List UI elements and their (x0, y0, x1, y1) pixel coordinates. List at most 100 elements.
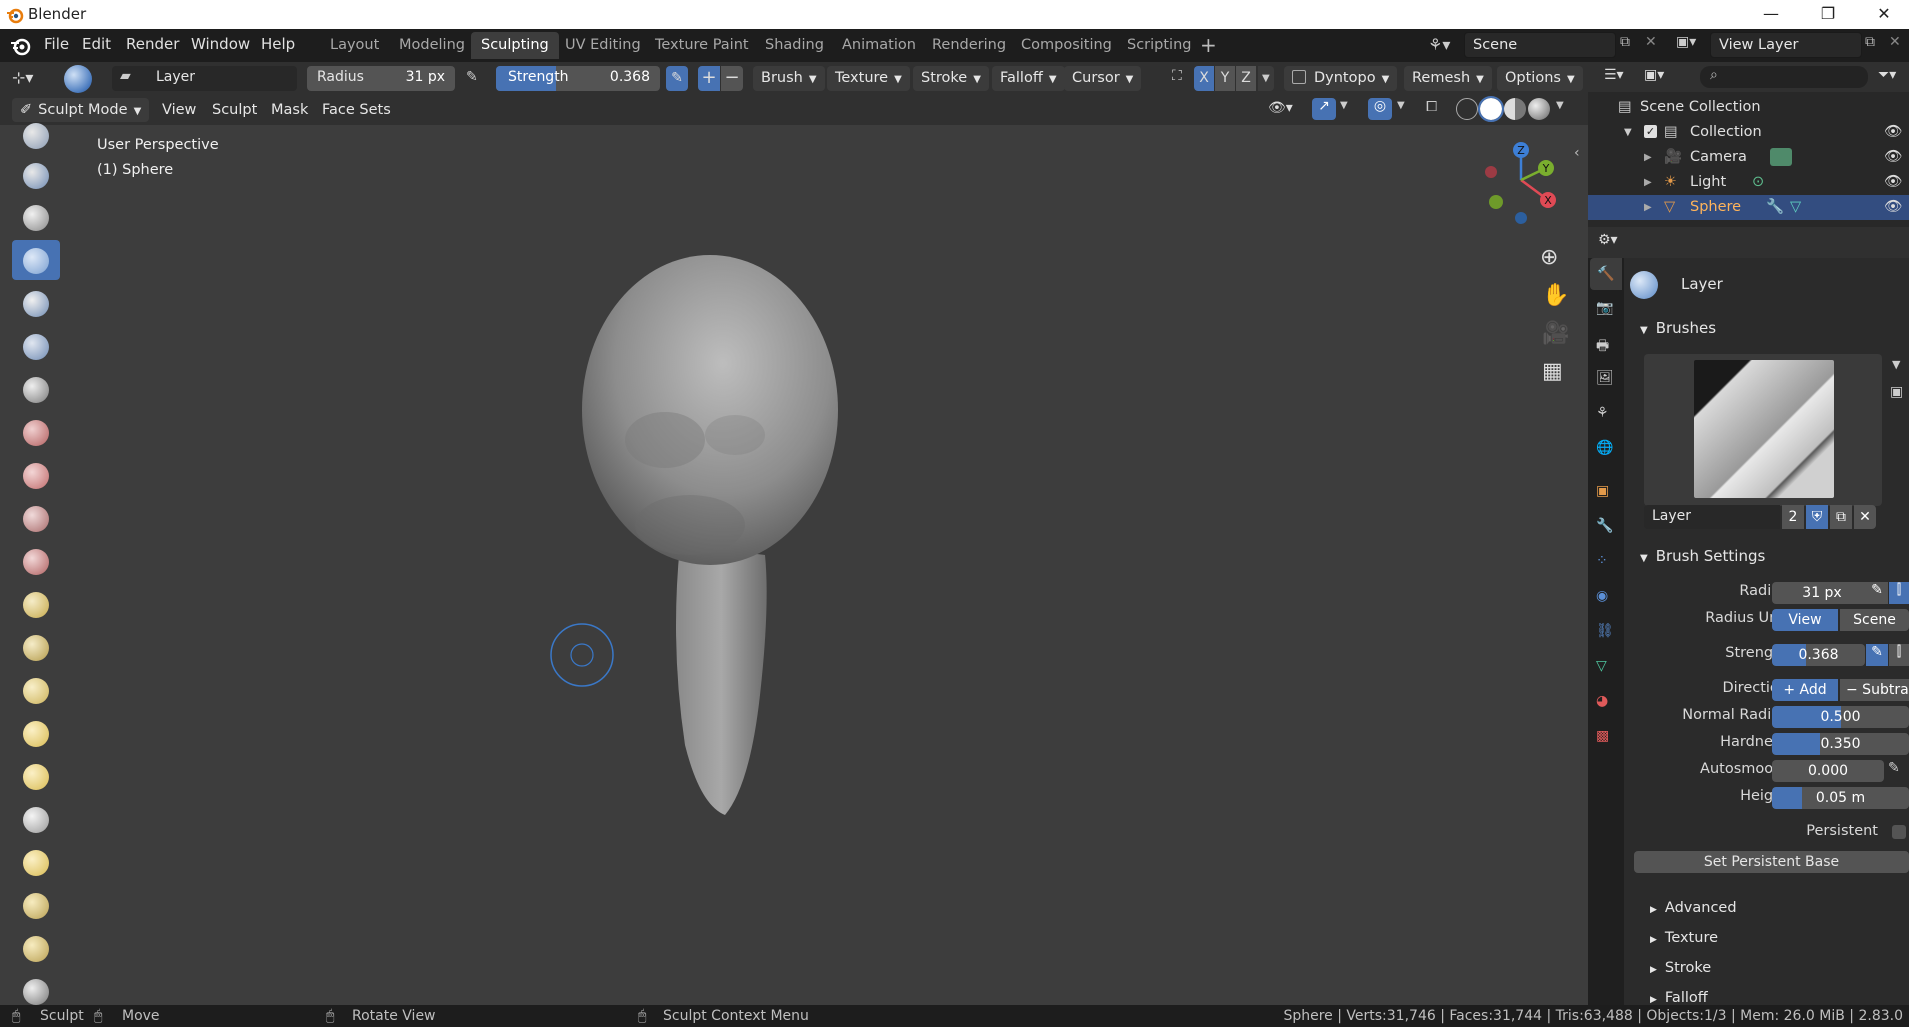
symmetry-y-toggle[interactable]: Y (1215, 66, 1235, 91)
falloff-subsection[interactable]: ▶ Falloff (1650, 990, 1708, 1006)
tool-flatten[interactable] (12, 498, 60, 538)
physics-tab-icon[interactable]: ◉ (1596, 588, 1608, 604)
brush-preview[interactable] (1644, 354, 1882, 506)
data-tab-icon[interactable]: ▽ (1596, 658, 1607, 674)
tool-scrape[interactable] (12, 584, 60, 624)
scene-tab-icon[interactable]: ⚘ (1596, 405, 1609, 421)
blender-menu-icon[interactable] (10, 35, 32, 57)
rendered-shading-icon[interactable] (1528, 98, 1550, 120)
tab-rendering[interactable]: Rendering (922, 32, 1016, 59)
menu-mask[interactable]: Mask (266, 98, 313, 122)
world-tab-icon[interactable]: 🌐 (1596, 440, 1613, 456)
tool-crease[interactable] (12, 412, 60, 452)
light-visibility-icon[interactable]: 👁 (1884, 170, 1902, 195)
tool-thumb[interactable] (12, 842, 60, 882)
xray-toggle-icon[interactable]: ⧠ (1426, 99, 1437, 115)
falloff-menu[interactable]: Falloff ▼ (992, 66, 1065, 91)
outliner-editor-type-icon[interactable]: ☰▾ (1604, 67, 1624, 83)
symmetry-x-toggle[interactable]: X (1194, 66, 1214, 91)
fake-user-shield-icon[interactable]: ⛨ (1806, 505, 1828, 529)
camera-data-icon[interactable] (1770, 148, 1792, 166)
unlink-brush-icon[interactable]: ✕ (1854, 505, 1876, 529)
editor-type-icon[interactable]: ⊹▾ (12, 68, 33, 87)
scene-name-field[interactable]: Scene (1464, 32, 1616, 58)
light-data-icon[interactable]: ⊙ (1752, 170, 1764, 195)
tool-blob[interactable] (12, 369, 60, 409)
remesh-menu[interactable]: Remesh ▼ (1404, 66, 1492, 91)
scene-selector-icon[interactable]: ⚘▾ (1428, 35, 1450, 54)
collection-checkbox[interactable]: ✓ (1644, 125, 1657, 138)
wireframe-shading-icon[interactable] (1456, 98, 1478, 120)
sphere-visibility-icon[interactable]: 👁 (1884, 195, 1902, 220)
persistent-checkbox[interactable] (1892, 825, 1906, 839)
render-tab-icon[interactable]: 📷 (1596, 300, 1613, 316)
symmetry-z-toggle[interactable]: Z (1236, 66, 1256, 91)
outliner-row-sphere[interactable]: ▶ ▽ Sphere 🔧 ▽ 👁 (1588, 195, 1909, 220)
tool-grab[interactable] (12, 713, 60, 753)
particles-tab-icon[interactable]: ⁘ (1596, 553, 1608, 569)
tab-modeling[interactable]: Modeling (389, 32, 475, 59)
ortho-toggle-icon[interactable]: ▦ (1542, 359, 1563, 384)
new-scene-icon[interactable]: ⧉ (1620, 34, 1630, 50)
tool-smooth[interactable] (12, 455, 60, 495)
radius-field[interactable]: Radius 31 px (307, 66, 455, 91)
tool-draw-sharp[interactable] (12, 155, 60, 195)
mesh-data-icon[interactable]: ▽ (1790, 195, 1801, 220)
autosmooth-slider[interactable]: 0.000 (1772, 760, 1884, 782)
output-tab-icon[interactable]: 🖶 (1596, 335, 1609, 359)
pan-hand-icon[interactable]: ✋ (1542, 283, 1569, 308)
strength-pressure-icon[interactable]: ✎ (666, 66, 688, 91)
tab-texture-paint[interactable]: Texture Paint (645, 32, 759, 59)
stroke-menu[interactable]: Stroke ▼ (913, 66, 989, 91)
dyntopo-checkbox[interactable] (1292, 70, 1306, 84)
tab-shading[interactable]: Shading (755, 32, 834, 59)
texture-menu[interactable]: Texture ▼ (827, 66, 910, 91)
dyntopo-menu[interactable]: Dyntopo ▼ (1284, 66, 1398, 91)
set-persistent-base-button[interactable]: Set Persistent Base (1634, 851, 1909, 873)
outliner-row-camera[interactable]: ▶ 🎥 Camera 👁 (1588, 145, 1909, 170)
object-tab-icon[interactable]: ▣ (1596, 483, 1609, 499)
duplicate-brush-icon[interactable]: ⧉ (1830, 505, 1852, 529)
remove-view-layer-icon[interactable]: ✕ (1889, 34, 1901, 50)
expand-arrow-icon[interactable]: ▶ (1644, 170, 1652, 195)
new-view-layer-icon[interactable]: ⧉ (1865, 34, 1875, 50)
expand-arrow-icon[interactable]: ▼ (1624, 120, 1632, 145)
active-brush-icon[interactable] (64, 65, 92, 93)
view-layer-icon[interactable]: ▣▾ (1676, 34, 1696, 50)
gizmo-dropdown[interactable]: ▼ (1340, 100, 1348, 111)
tool-clay[interactable] (12, 197, 60, 237)
constraints-tab-icon[interactable]: ⛓ (1596, 623, 1614, 639)
menu-help[interactable]: Help (261, 35, 295, 53)
tab-sculpting[interactable]: Sculpting (471, 32, 559, 59)
radius-pressure-icon[interactable]: ✎ (1866, 582, 1888, 604)
tab-uv-editing[interactable]: UV Editing (555, 32, 651, 59)
camera-view-icon[interactable]: 🎥 (1542, 321, 1569, 346)
radius-unit-view-button[interactable]: View (1772, 609, 1838, 631)
strength-field[interactable]: 0.368 (1772, 644, 1865, 666)
view-layer-field[interactable]: View Layer (1710, 32, 1862, 58)
direction-subtract-button[interactable]: − Subtra (1840, 679, 1909, 701)
overlays-dropdown[interactable]: ▼ (1397, 100, 1405, 111)
menu-edit[interactable]: Edit (82, 35, 111, 53)
normal-radius-slider[interactable]: 0.500 (1772, 706, 1909, 728)
remove-scene-icon[interactable]: ✕ (1645, 34, 1657, 50)
symmetry-dropdown[interactable]: ▼ (1258, 66, 1274, 91)
outliner-row-scene-collection[interactable]: ▤ Scene Collection (1588, 95, 1909, 120)
menu-window[interactable]: Window (191, 35, 250, 53)
tab-animation[interactable]: Animation (832, 32, 926, 59)
texture-subsection[interactable]: ▶ Texture (1650, 930, 1718, 946)
minimize-button[interactable]: — (1751, 2, 1791, 26)
tool-clay-strips[interactable] (12, 283, 60, 323)
hardness-slider[interactable]: 0.350 (1772, 733, 1909, 755)
modifier-tab-icon[interactable]: 🔧 (1596, 518, 1613, 534)
collection-visibility-icon[interactable]: 👁 (1884, 120, 1902, 145)
tool-layer[interactable] (12, 240, 60, 280)
direction-add-button[interactable]: + Add (1772, 679, 1838, 701)
camera-visibility-icon[interactable]: 👁 (1884, 145, 1902, 170)
active-tool-tab-icon[interactable]: 🔨 (1590, 258, 1622, 290)
material-tab-icon[interactable]: ◕ (1596, 693, 1608, 709)
tool-pinch[interactable] (12, 670, 60, 710)
tool-fill[interactable] (12, 541, 60, 581)
menu-render[interactable]: Render (126, 35, 179, 53)
radius-unified-icon[interactable]: ⫿ (1889, 582, 1909, 604)
